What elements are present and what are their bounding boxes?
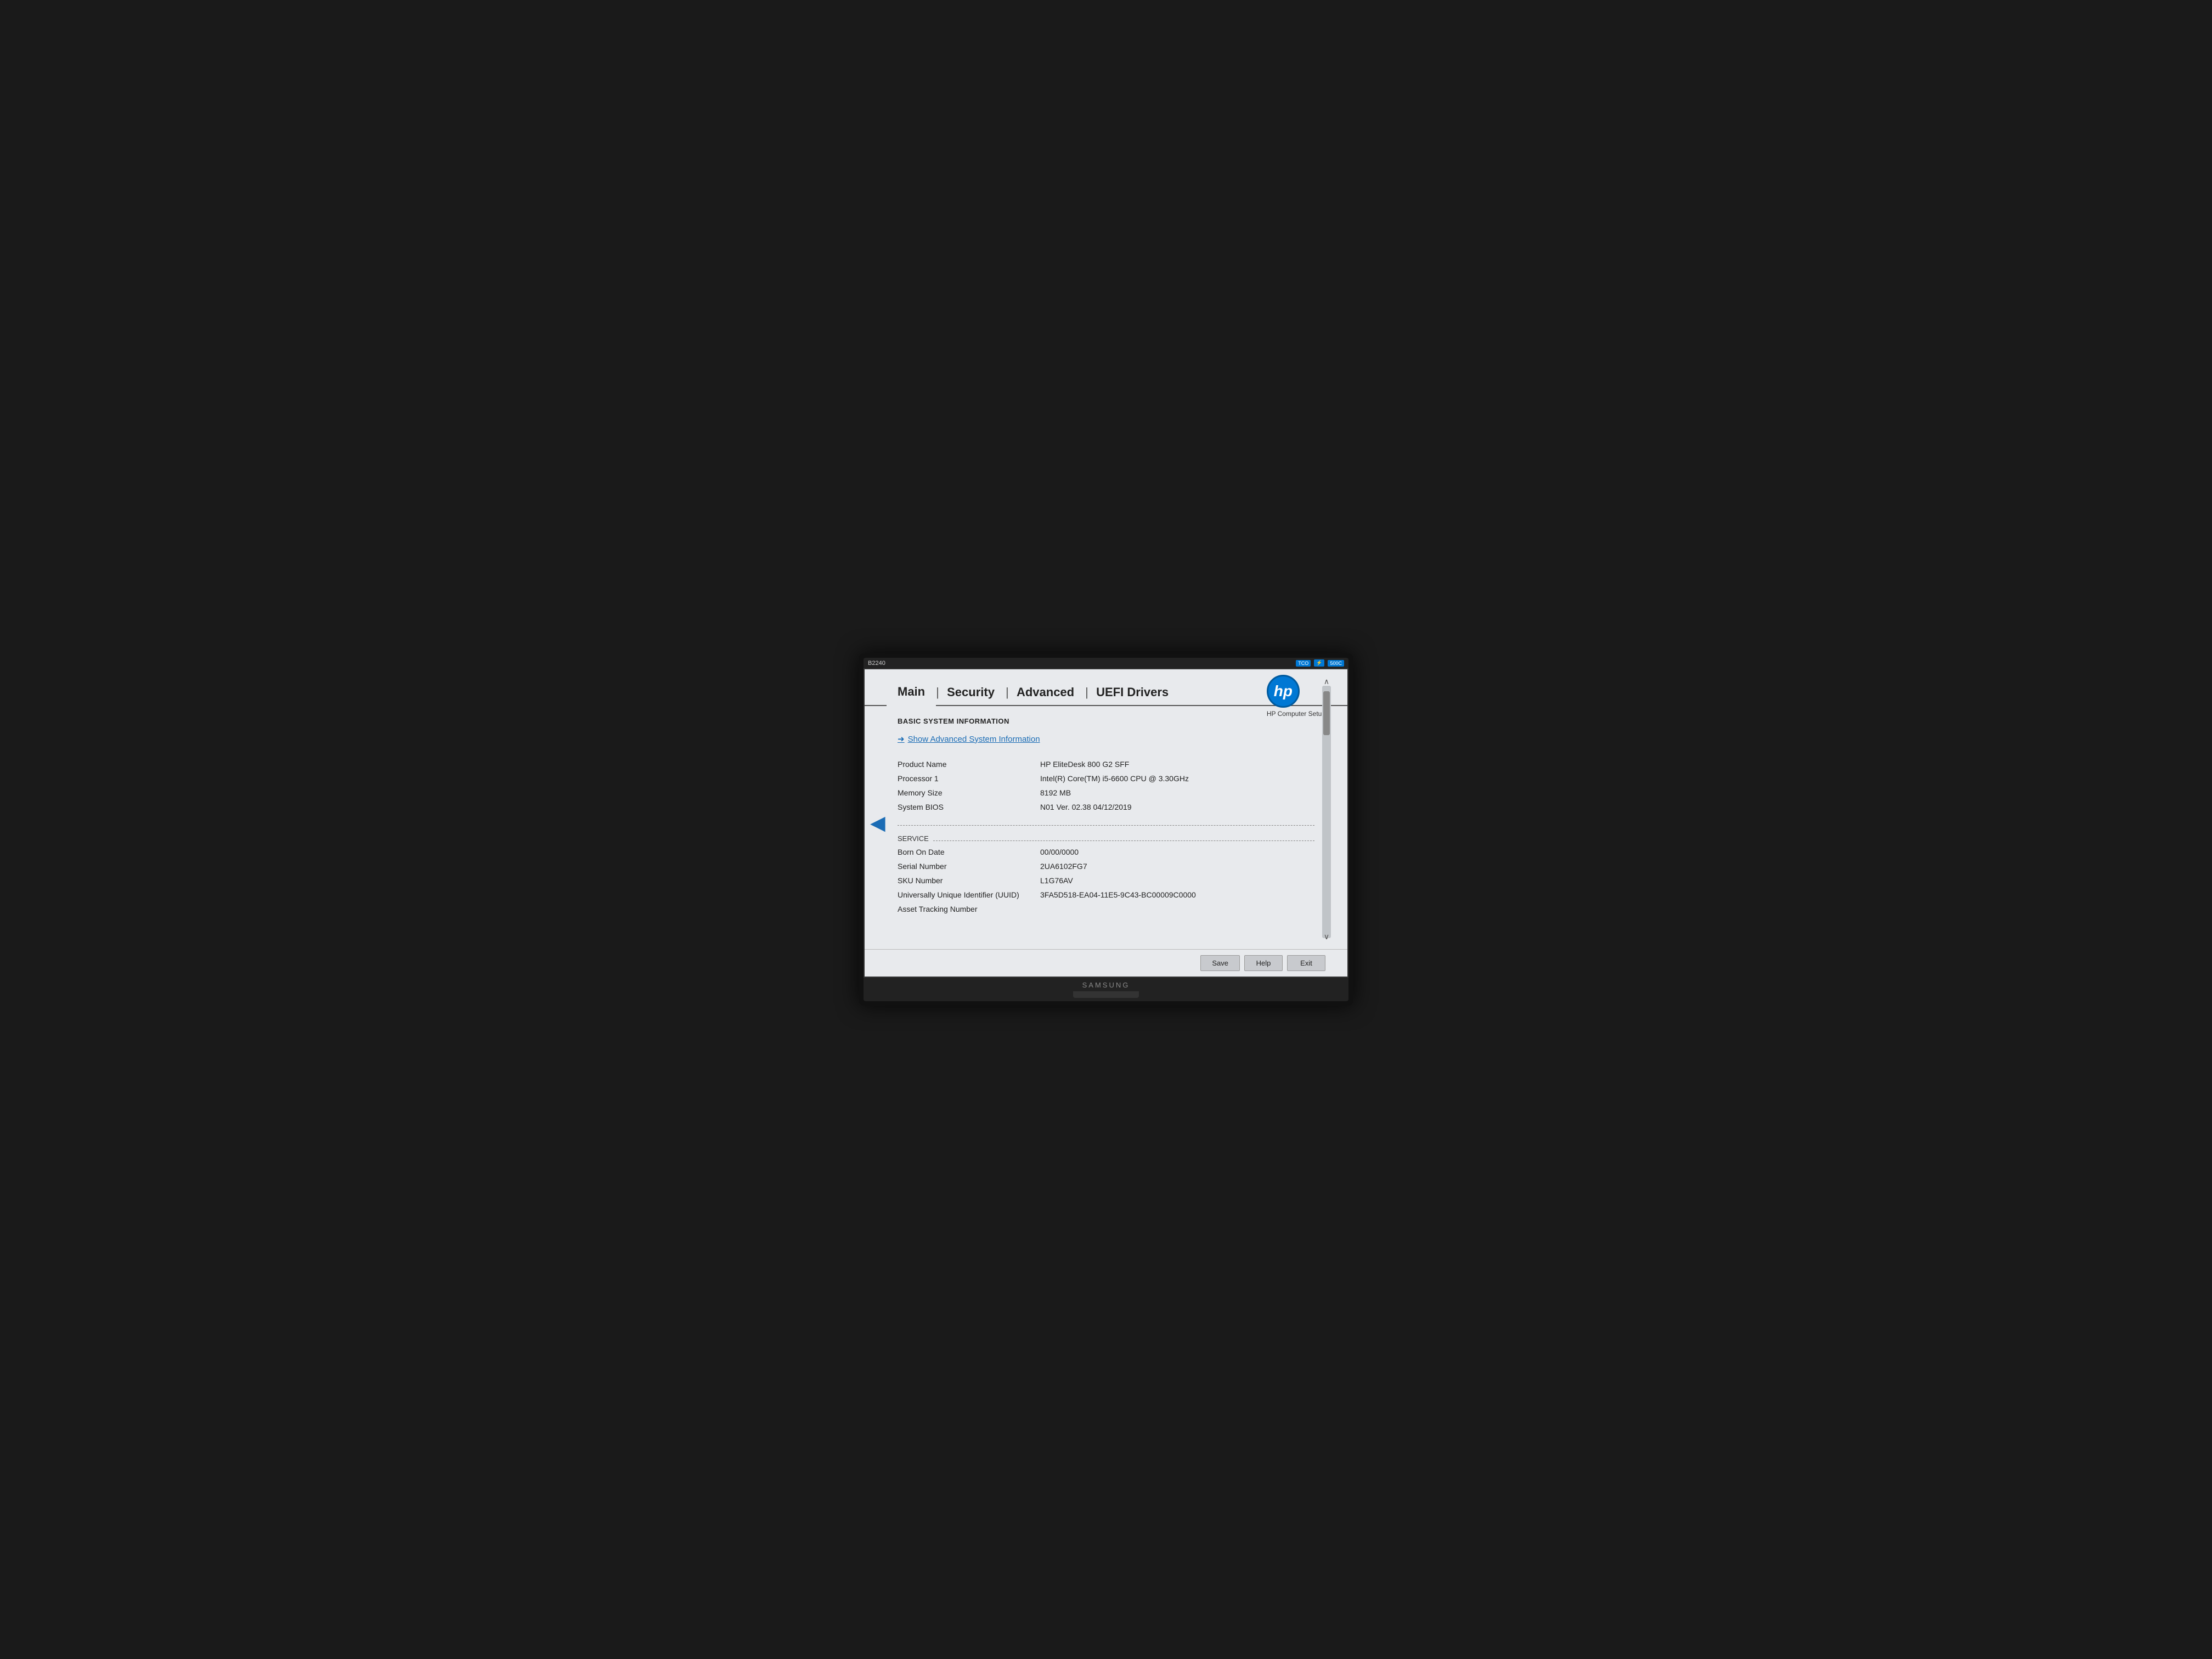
help-button[interactable]: Help (1244, 955, 1283, 971)
monitor-model-label: B2240 (868, 660, 885, 667)
monitor-frame: B2240 TCO ⚡ 500C Main Security Advanced … (859, 653, 1353, 1006)
table-row: Universally Unique Identifier (UUID) 3FA… (898, 888, 1314, 902)
table-row: SKU Number L1G76AV (898, 873, 1314, 888)
field-value: HP EliteDesk 800 G2 SFF (1040, 757, 1314, 771)
field-value: Intel(R) Core(TM) i5-6600 CPU @ 3.30GHz (1040, 771, 1314, 786)
exit-button[interactable]: Exit (1287, 955, 1325, 971)
table-row: Product Name HP EliteDesk 800 G2 SFF (898, 757, 1314, 771)
table-row: System BIOS N01 Ver. 02.38 04/12/2019 (898, 800, 1314, 814)
tab-main[interactable]: Main (887, 680, 936, 706)
field-value: 8192 MB (1040, 786, 1314, 800)
tco-icon: TCO (1296, 660, 1311, 667)
energy-star-icon: ⚡ (1314, 659, 1324, 667)
field-label: Born On Date (898, 845, 1040, 859)
bios-container: Main Security Advanced UEFI Drivers hp H… (865, 669, 1347, 977)
tab-uefi-drivers[interactable]: UEFI Drivers (1085, 681, 1180, 705)
hp-logo-text: hp (1274, 682, 1293, 700)
monitor-bottom: SAMSUNG (864, 978, 1348, 1001)
nav-bar: Main Security Advanced UEFI Drivers hp H… (865, 669, 1347, 706)
field-value: 2UA6102FG7 (1040, 859, 1314, 873)
field-value: 00/00/0000 (1040, 845, 1314, 859)
power-icon: 500C (1328, 660, 1344, 667)
scrollbar-thumb[interactable] (1323, 691, 1330, 735)
monitor-brand-label: SAMSUNG (867, 981, 1345, 989)
screen: Main Security Advanced UEFI Drivers hp H… (864, 668, 1348, 978)
table-row: Asset Tracking Number (898, 902, 1314, 916)
scrollbar-track (1322, 686, 1331, 938)
table-row: Serial Number 2UA6102FG7 (898, 859, 1314, 873)
table-row: Processor 1 Intel(R) Core(TM) i5-6600 CP… (898, 771, 1314, 786)
field-label: Processor 1 (898, 771, 1040, 786)
field-label: Product Name (898, 757, 1040, 771)
show-advanced-link[interactable]: Show Advanced System Information (898, 734, 1314, 744)
field-label: Asset Tracking Number (898, 902, 1040, 916)
table-row: Born On Date 00/00/0000 (898, 845, 1314, 859)
tab-advanced[interactable]: Advanced (1006, 681, 1085, 705)
basic-info-table: Product Name HP EliteDesk 800 G2 SFF Pro… (898, 757, 1314, 814)
tab-security[interactable]: Security (936, 681, 1006, 705)
top-bar-icons: TCO ⚡ 500C (1296, 659, 1344, 667)
field-value: 3FA5D518-EA04-11E5-9C43-BC00009C0000 (1040, 888, 1314, 902)
field-label: Universally Unique Identifier (UUID) (898, 888, 1040, 902)
monitor-top-bar: B2240 TCO ⚡ 500C (864, 658, 1348, 668)
table-row: Memory Size 8192 MB (898, 786, 1314, 800)
save-button[interactable]: Save (1200, 955, 1240, 971)
field-value (1040, 902, 1314, 916)
hp-logo-circle: hp (1267, 675, 1300, 708)
service-label: SERVICE (898, 834, 929, 843)
field-value: N01 Ver. 02.38 04/12/2019 (1040, 800, 1314, 814)
bottom-bar: Save Help Exit (865, 949, 1347, 977)
scroll-down-arrow[interactable]: ∨ (1322, 932, 1331, 941)
monitor-stand (1073, 991, 1139, 998)
section-title: BASIC SYSTEM INFORMATION (898, 717, 1314, 725)
field-label: Memory Size (898, 786, 1040, 800)
scroll-up-arrow[interactable]: ∧ (1322, 677, 1331, 686)
field-label: System BIOS (898, 800, 1040, 814)
service-info-table: Born On Date 00/00/0000 Serial Number 2U… (898, 845, 1314, 916)
content-area: BASIC SYSTEM INFORMATION Show Advanced S… (865, 706, 1347, 960)
service-section-header: SERVICE (898, 830, 1314, 845)
field-label: SKU Number (898, 873, 1040, 888)
field-value: L1G76AV (1040, 873, 1314, 888)
field-label: Serial Number (898, 859, 1040, 873)
